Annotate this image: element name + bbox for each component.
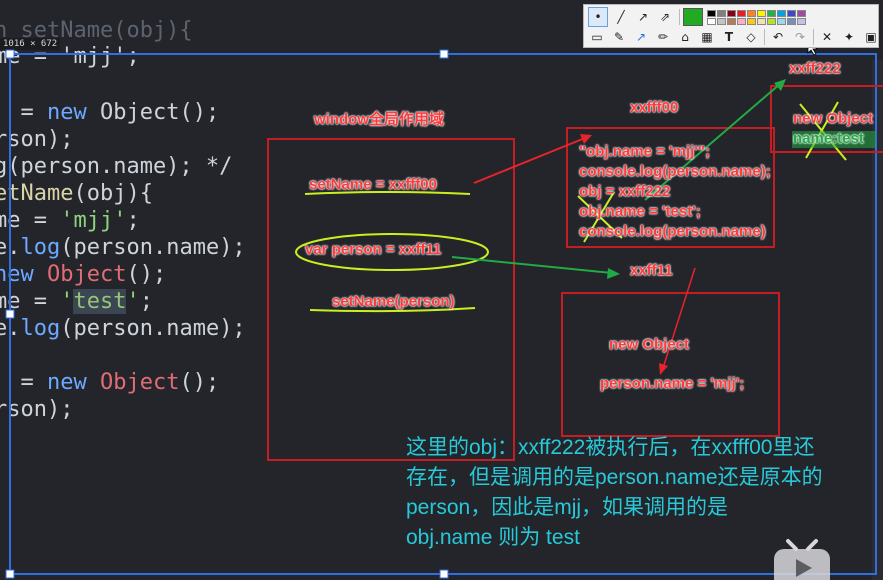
rect-select-tool-icon[interactable]: ▭ [588, 28, 606, 46]
arrow-outline-tool-icon[interactable]: ⇗ [656, 8, 674, 26]
arrow-person-to-ff11 [451, 256, 613, 274]
blur-tool-icon[interactable]: ▦ [698, 28, 716, 46]
toolbar-row-top: • ╱ ↗ ⇗ [586, 7, 806, 27]
close-icon[interactable]: ✕ [818, 28, 836, 46]
palette-swatch[interactable] [747, 17, 756, 25]
setname-call-label: setName(person) [332, 293, 455, 310]
note-line: 存在，但是调用的是person.name还是原本的 [406, 466, 823, 489]
scope-title: window全局作用域 [314, 111, 444, 128]
eraser-tool-icon[interactable]: ◇ [742, 28, 760, 46]
palette-swatch[interactable] [787, 9, 796, 17]
person-name-label: person.name = 'mjj'; [600, 375, 745, 392]
palette-swatch[interactable] [747, 9, 756, 17]
redo-icon[interactable]: ↷ [791, 28, 809, 46]
dot-tool-icon[interactable]: • [588, 7, 608, 27]
palette-swatch[interactable] [717, 17, 726, 25]
fn-body-line-4: obj.name = 'test'; [579, 203, 701, 220]
new-object-label-1: new Object [609, 336, 690, 353]
capture-handles [5, 49, 449, 579]
arrow-setname-to-fn [473, 137, 586, 184]
addr-fff00-label: xxfff00 [630, 99, 679, 116]
name-test-label: name:test [793, 130, 864, 147]
toolbar-row-bottom: ▭ ✎ ↗ ✏ ⌂ ▦ T ◇ ↶ ↷ ✕ ✦ ▣ ⧉ [586, 28, 883, 46]
arrow-ff11-to-person [662, 267, 696, 369]
palette-swatch[interactable] [787, 17, 796, 25]
palette-swatch[interactable] [737, 9, 746, 17]
setname-assign-label: setName = xxfff00 [309, 176, 437, 193]
note-line: 这里的obj：xxff222被执行后，在xxfff00里还 [406, 436, 815, 459]
arrow-tool-icon[interactable]: ↗ [632, 28, 650, 46]
palette-swatch[interactable] [707, 17, 716, 25]
var-person-label: var person = xxff11 [305, 241, 442, 258]
palette-swatch[interactable] [717, 9, 726, 17]
palette-swatch[interactable] [707, 9, 716, 17]
palette-swatch[interactable] [727, 9, 736, 17]
selected-color-swatch[interactable] [683, 8, 703, 26]
addr-ff222-label: xxff222 [789, 60, 841, 77]
palette-swatch[interactable] [727, 17, 736, 25]
text-tool-icon[interactable]: T [720, 28, 738, 46]
pen-tool-icon[interactable]: ✎ [610, 28, 628, 46]
fn-body-line-5: console.log(person.name) [579, 223, 766, 240]
palette-swatch[interactable] [757, 9, 766, 17]
line-tool-icon[interactable]: ╱ [612, 8, 630, 26]
save-icon[interactable]: ▣ [862, 28, 880, 46]
palette-swatch[interactable] [767, 9, 776, 17]
person-heap-box [561, 292, 780, 437]
marker-tool-icon[interactable]: ⌂ [676, 28, 694, 46]
fn-body-line-1: "obj.name = 'mjj'"; [579, 143, 710, 160]
arrow-tool-icon[interactable]: ↗ [634, 8, 652, 26]
bilibili-tv-logo-icon [774, 539, 830, 580]
palette-swatch[interactable] [777, 9, 786, 17]
explanation-note: 这里的obj：xxff222被执行后，在xxfff00里还 存在，但是调用的是p… [406, 433, 876, 553]
palette-swatch[interactable] [797, 17, 806, 25]
palette-swatch[interactable] [797, 9, 806, 17]
undo-icon[interactable]: ↶ [769, 28, 787, 46]
palette-swatch[interactable] [737, 17, 746, 25]
color-palette [707, 9, 806, 25]
fn-body-line-3: obj = xxff222 [579, 183, 671, 200]
note-line: person，因此是mjj，如果调用的是 [406, 496, 729, 519]
palette-swatch[interactable] [777, 17, 786, 25]
addr-ff11-label: xxff11 [630, 262, 673, 279]
screenshot-toolbar: • ╱ ↗ ⇗ ▭ ✎ ↗ ✏ ⌂ ▦ T ◇ ↶ ↷ ✕ ✦ ▣ ⧉ [583, 4, 879, 48]
pin-icon[interactable]: ✦ [840, 28, 858, 46]
palette-swatch[interactable] [767, 17, 776, 25]
fn-body-line-2: console.log(person.name); [579, 163, 771, 180]
new-object-label-2: new Object [793, 110, 874, 127]
pencil-tool-icon[interactable]: ✏ [654, 28, 672, 46]
palette-swatch[interactable] [757, 17, 766, 25]
